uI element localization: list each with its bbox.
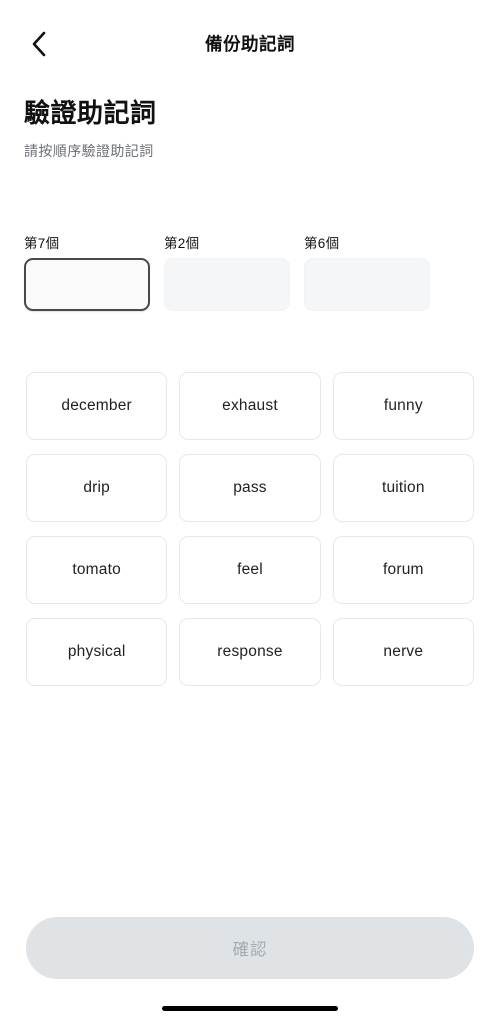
answer-slot-input[interactable]: [304, 258, 430, 311]
title-block: 驗證助記詞 請按順序驗證助記詞: [24, 98, 476, 160]
page-subtitle: 請按順序驗證助記詞: [24, 143, 154, 160]
home-indicator[interactable]: [162, 1006, 338, 1011]
word-tile[interactable]: response: [179, 618, 321, 686]
word-tile[interactable]: physical: [26, 618, 168, 686]
app-header: 備份助記詞: [0, 0, 500, 76]
word-tile[interactable]: forum: [332, 536, 474, 604]
word-tile[interactable]: funny: [332, 372, 474, 440]
word-tile[interactable]: pass: [179, 454, 321, 522]
answer-slot-2: 第2個: [164, 232, 290, 311]
confirm-button[interactable]: 確認: [26, 917, 474, 979]
word-tile[interactable]: drip: [26, 454, 168, 522]
word-tile[interactable]: december: [26, 372, 168, 440]
header-title: 備份助記詞: [205, 34, 295, 54]
answer-slot-3: 第6個: [304, 232, 430, 311]
word-tile[interactable]: nerve: [332, 618, 474, 686]
answer-slot-label: 第7個: [24, 236, 60, 251]
answer-slot-label: 第2個: [164, 236, 200, 251]
mnemonic-verify-screen: 備份助記詞 驗證助記詞 請按順序驗證助記詞 第7個 第2個 第6個 decemb…: [0, 0, 500, 1024]
answer-slot-input[interactable]: [164, 258, 290, 311]
answer-slots: 第7個 第2個 第6個: [24, 232, 476, 311]
answer-slot-input[interactable]: [24, 258, 150, 311]
word-tile[interactable]: tuition: [332, 454, 474, 522]
answer-slot-label: 第6個: [304, 236, 340, 251]
word-tile[interactable]: tomato: [26, 536, 168, 604]
word-choice-grid: december exhaust funny drip pass tuition…: [26, 372, 474, 686]
page-title: 驗證助記詞: [24, 98, 157, 128]
word-tile[interactable]: exhaust: [179, 372, 321, 440]
word-tile[interactable]: feel: [179, 536, 321, 604]
answer-slot-1: 第7個: [24, 232, 150, 311]
